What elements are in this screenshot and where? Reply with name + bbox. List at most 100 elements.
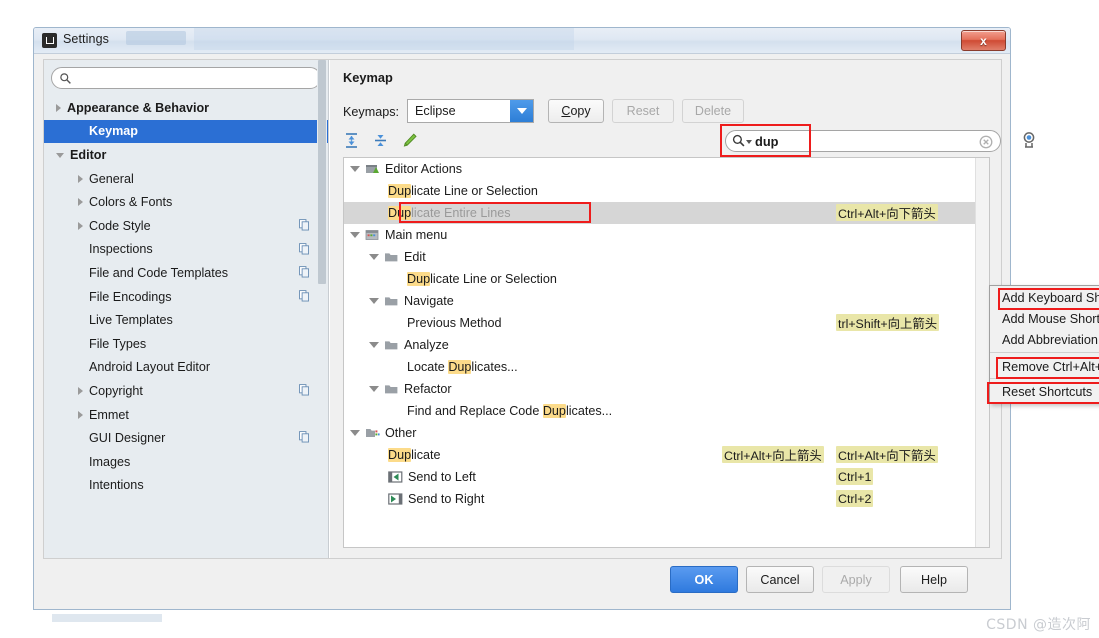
context-menu-items: Add Keyboard ShortcutAdd Mouse ShortcutA… (990, 287, 1099, 402)
sidebar-item-label: Emmet (89, 407, 129, 422)
copy-button[interactable]: Copy (548, 99, 604, 123)
shortcut-search-value: dup (755, 134, 779, 149)
clear-search-icon[interactable] (979, 135, 993, 149)
shortcut-context-menu[interactable]: Add Keyboard ShortcutAdd Mouse ShortcutA… (987, 285, 1099, 404)
keymap-tree-row[interactable]: Navigate (344, 290, 989, 312)
sidebar-scrollbar[interactable] (317, 60, 327, 558)
sidebar-item-general[interactable]: General (44, 167, 328, 191)
close-button[interactable]: x (961, 30, 1006, 51)
keymap-row-content: Duplicate Line or Selection (388, 180, 538, 202)
chevron-right-icon[interactable] (78, 174, 83, 183)
chevron-down-icon[interactable] (56, 153, 64, 159)
keymap-tree-row[interactable]: Previous Method trl+Shift+向上箭头 (344, 312, 989, 334)
copy-settings-icon[interactable] (299, 289, 310, 302)
context-menu-item-reset-shortcuts[interactable]: Reset Shortcuts (990, 381, 1099, 402)
cancel-button[interactable]: Cancel (746, 566, 814, 593)
chevron-right-icon[interactable] (78, 221, 83, 230)
keymap-tree-row[interactable]: Duplicate Line or Selection (344, 180, 989, 202)
filter-shortcuts-icon[interactable] (1020, 130, 1040, 150)
context-menu-separator (990, 352, 1099, 353)
sidebar-item-appearance-behavior[interactable]: Appearance & Behavior (44, 96, 328, 120)
keymap-tree-row[interactable]: Other (344, 422, 989, 444)
sidebar-item-label: File and Code Templates (89, 265, 229, 280)
sidebar-item-code-style[interactable]: Code Style (44, 214, 328, 238)
keymap-action-label: Duplicate (388, 448, 441, 462)
keymap-row-content: Other (350, 422, 417, 444)
copy-settings-icon[interactable] (299, 266, 310, 278)
chevron-right-icon[interactable] (78, 198, 83, 207)
context-menu-item-add-keyboard-shortcut[interactable]: Add Keyboard Shortcut (990, 287, 1099, 308)
chevron-right-icon[interactable] (56, 103, 61, 112)
keymap-tree-row[interactable]: Find and Replace Code Duplicates... (344, 400, 989, 422)
chevron-down-icon[interactable] (369, 386, 379, 392)
keymap-tree-row[interactable]: Main menu (344, 224, 989, 246)
sidebar-item-gui-designer[interactable]: GUI Designer (44, 426, 328, 450)
keymap-action-label: Analyze (404, 338, 449, 352)
copy-settings-icon[interactable] (299, 219, 310, 231)
keymap-tree-row[interactable]: Analyze (344, 334, 989, 356)
chevron-down-icon[interactable] (350, 232, 360, 238)
keymap-action-label: Previous Method (407, 316, 502, 330)
sidebar-item-android-layout-editor[interactable]: Android Layout Editor (44, 356, 328, 380)
chevron-down-icon[interactable] (350, 166, 360, 172)
keymap-row-content: Previous Method (407, 312, 502, 334)
keymap-tree-row[interactable]: Editor Actions (344, 158, 989, 180)
window-title: Settings (63, 32, 109, 46)
copy-settings-icon[interactable] (299, 384, 310, 396)
ok-button[interactable]: OK (670, 566, 738, 593)
keymap-tree-row[interactable]: Refactor (344, 378, 989, 400)
keymap-tree-row[interactable]: Locate Duplicates... (344, 356, 989, 378)
copy-settings-icon[interactable] (299, 431, 310, 443)
sidebar-item-file-and-code-templates[interactable]: File and Code Templates (44, 261, 328, 285)
sidebar-item-label: Copyright (89, 383, 143, 398)
sidebar-item-file-types[interactable]: File Types (44, 332, 328, 356)
expand-all-icon[interactable] (343, 132, 360, 149)
keymap-tree-row[interactable]: Edit (344, 246, 989, 268)
help-button[interactable]: Help (900, 566, 968, 593)
search-options-caret-icon[interactable] (746, 140, 752, 144)
keymap-tree-row[interactable]: Duplicate Line or Selection (344, 268, 989, 290)
chevron-down-icon[interactable] (369, 342, 379, 348)
sidebar-tree[interactable]: Appearance & Behavior Keymap Editor General… (44, 96, 328, 558)
keymap-tree-row[interactable]: Send to Right Ctrl+2 (344, 488, 989, 510)
keymap-tree-row[interactable]: Duplicate Entire Lines Ctrl+Alt+向下箭头 (344, 202, 989, 224)
sidebar-item-editor[interactable]: Editor (44, 143, 328, 167)
keymap-tree[interactable]: Editor Actions Duplicate Line or Selectio… (343, 157, 990, 548)
folder-icon (385, 341, 398, 350)
chevron-right-icon[interactable] (78, 386, 83, 395)
apply-button: Apply (822, 566, 890, 593)
sidebar-search-input[interactable] (51, 67, 321, 89)
edit-shortcut-icon[interactable] (401, 132, 418, 149)
context-menu-item-remove-ctrl-alt[interactable]: Remove Ctrl+Alt+向下箭头 (990, 355, 1099, 376)
keymap-tree-scrollbar[interactable] (975, 158, 989, 547)
chevron-down-icon[interactable] (350, 430, 360, 436)
sidebar-item-inspections[interactable]: Inspections (44, 238, 328, 262)
sidebar-item-copyright[interactable]: Copyright (44, 379, 328, 403)
keymap-tree-row[interactable]: Send to Left Ctrl+1 (344, 466, 989, 488)
sidebar-item-file-encodings[interactable]: File Encodings (44, 285, 328, 309)
reset-button: Reset (612, 99, 674, 123)
sidebar-item-keymap[interactable]: Keymap (44, 119, 328, 144)
shortcut-search-input[interactable]: dup (725, 130, 1001, 152)
search-match-highlight: Dup (388, 448, 412, 462)
shortcut-badge: Ctrl+Alt+向上箭头 (722, 446, 824, 463)
sidebar-item-colors-fonts[interactable]: Colors & Fonts (44, 190, 328, 214)
sidebar-item-intentions[interactable]: Intentions (44, 474, 328, 498)
chevron-down-icon[interactable] (369, 298, 379, 304)
context-menu-separator (990, 378, 1099, 379)
collapse-all-icon[interactable] (372, 132, 389, 149)
chevron-right-icon[interactable] (78, 410, 83, 419)
keymap-select[interactable]: Eclipse (407, 99, 534, 123)
sidebar-scrollbar-thumb[interactable] (318, 60, 326, 284)
search-match-highlight: Dup (388, 206, 412, 220)
shortcut-badge: Ctrl+1 (836, 468, 874, 485)
context-menu-item-add-abbreviation[interactable]: Add Abbreviation (990, 329, 1099, 350)
copy-settings-icon[interactable] (299, 242, 310, 255)
context-menu-item-add-mouse-shortcut[interactable]: Add Mouse Shortcut (990, 308, 1099, 329)
sidebar-item-images[interactable]: Images (44, 450, 328, 474)
chevron-down-icon[interactable] (510, 100, 533, 122)
keymap-tree-row[interactable]: Duplicate Ctrl+Alt+向上箭头 Ctrl+Alt+向下箭头 (344, 444, 989, 466)
sidebar-item-emmet[interactable]: Emmet (44, 403, 328, 427)
chevron-down-icon[interactable] (369, 254, 379, 260)
sidebar-item-live-templates[interactable]: Live Templates (44, 308, 328, 332)
